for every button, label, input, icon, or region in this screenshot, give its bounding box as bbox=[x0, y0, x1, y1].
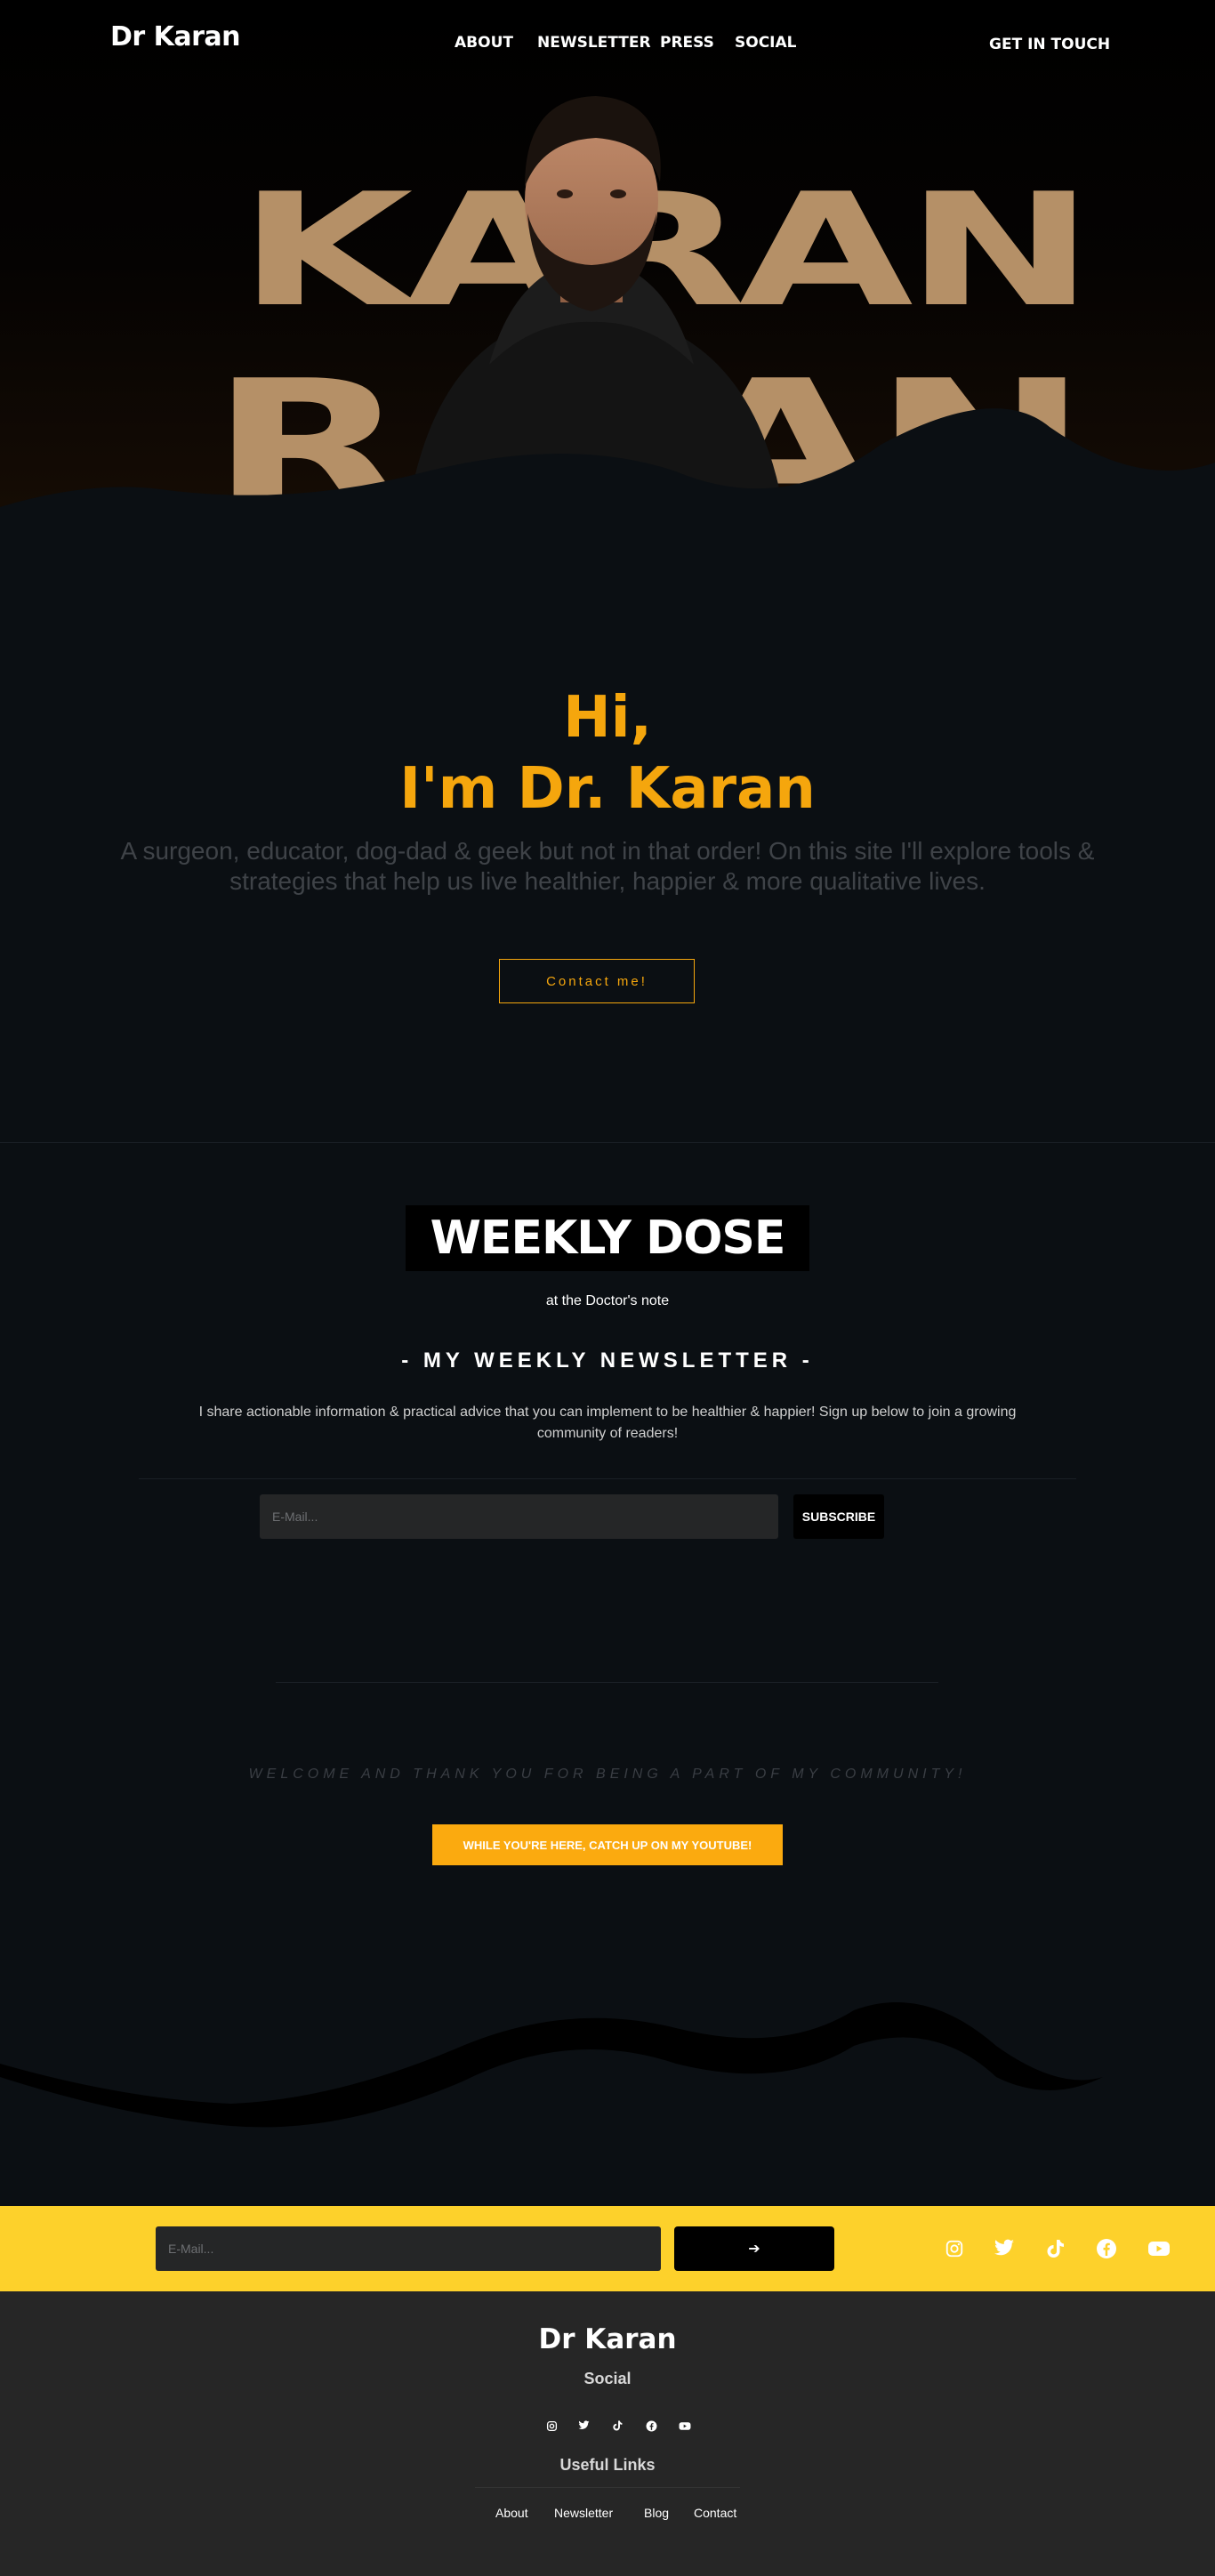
nav-press[interactable]: PRESS bbox=[660, 34, 714, 52]
arrow-submit-button[interactable]: ➔ bbox=[674, 2226, 834, 2271]
footer-link-newsletter[interactable]: Newsletter bbox=[554, 2506, 613, 2520]
intro-greeting: Hi, bbox=[563, 685, 652, 751]
welcome-message: WELCOME AND THANK YOU FOR BEING A PART O… bbox=[248, 1767, 967, 1782]
footer-email-input[interactable] bbox=[156, 2226, 661, 2271]
footer-social-heading: Social bbox=[583, 2370, 632, 2387]
footer-tiktok-icon[interactable] bbox=[609, 2418, 625, 2434]
youtube-icon[interactable] bbox=[1146, 2235, 1172, 2262]
footer-twitter-icon[interactable] bbox=[575, 2418, 591, 2434]
nav-newsletter[interactable]: NEWSLETTER bbox=[537, 34, 651, 52]
subscribe-button[interactable]: SUBSCRIBE bbox=[793, 1494, 884, 1539]
youtube-button[interactable]: WHILE YOU'RE HERE, CATCH UP ON MY YOUTUB… bbox=[432, 1824, 783, 1865]
get-in-touch-link[interactable]: GET IN TOUCH bbox=[989, 36, 1110, 53]
intro-text: A surgeon, educator, dog-dad & geek but … bbox=[120, 837, 1095, 895]
site-logo[interactable]: Dr Karan bbox=[110, 21, 241, 52]
arrow-right-icon: ➔ bbox=[748, 2242, 760, 2257]
twitter-icon[interactable] bbox=[991, 2235, 1018, 2262]
section-divider bbox=[0, 1142, 1215, 1143]
newsletter-description: I share actionable information & practic… bbox=[198, 1405, 1017, 1441]
footer-youtube-icon[interactable] bbox=[677, 2418, 693, 2434]
tiktok-icon[interactable] bbox=[1042, 2235, 1069, 2262]
footer-divider bbox=[475, 2487, 740, 2488]
footer-facebook-icon[interactable] bbox=[643, 2418, 659, 2434]
nav-social[interactable]: SOCIAL bbox=[735, 34, 797, 52]
footer-link-blog[interactable]: Blog bbox=[644, 2506, 669, 2520]
footer-link-contact[interactable]: Contact bbox=[694, 2506, 736, 2520]
newsletter-email-input[interactable] bbox=[260, 1494, 778, 1539]
weekly-dose-subtitle: at the Doctor's note bbox=[545, 1293, 670, 1308]
newsletter-heading: - MY WEEKLY NEWSLETTER - bbox=[401, 1348, 814, 1373]
footer-instagram-icon[interactable] bbox=[543, 2418, 559, 2434]
footer-links-heading: Useful Links bbox=[559, 2456, 656, 2474]
hero-wave bbox=[0, 408, 1215, 569]
nav-about[interactable]: ABOUT bbox=[455, 34, 513, 52]
footer-link-about[interactable]: About bbox=[495, 2506, 528, 2520]
intro-name: I'm Dr. Karan bbox=[399, 756, 816, 822]
welcome-divider bbox=[276, 1682, 938, 1683]
newsletter-divider bbox=[139, 1478, 1076, 1479]
decorative-wave bbox=[0, 2002, 1103, 2128]
facebook-icon[interactable] bbox=[1093, 2235, 1120, 2262]
instagram-icon[interactable] bbox=[941, 2235, 968, 2262]
footer-logo[interactable]: Dr Karan bbox=[0, 2323, 1215, 2355]
weekly-dose-logo: WEEKLY DOSE bbox=[406, 1205, 809, 1271]
hero-section: KARAN RAJAN Dr Karan ABOUT NEWSLETTER bbox=[0, 0, 1215, 569]
contact-me-button[interactable]: Contact me! bbox=[499, 959, 695, 1003]
